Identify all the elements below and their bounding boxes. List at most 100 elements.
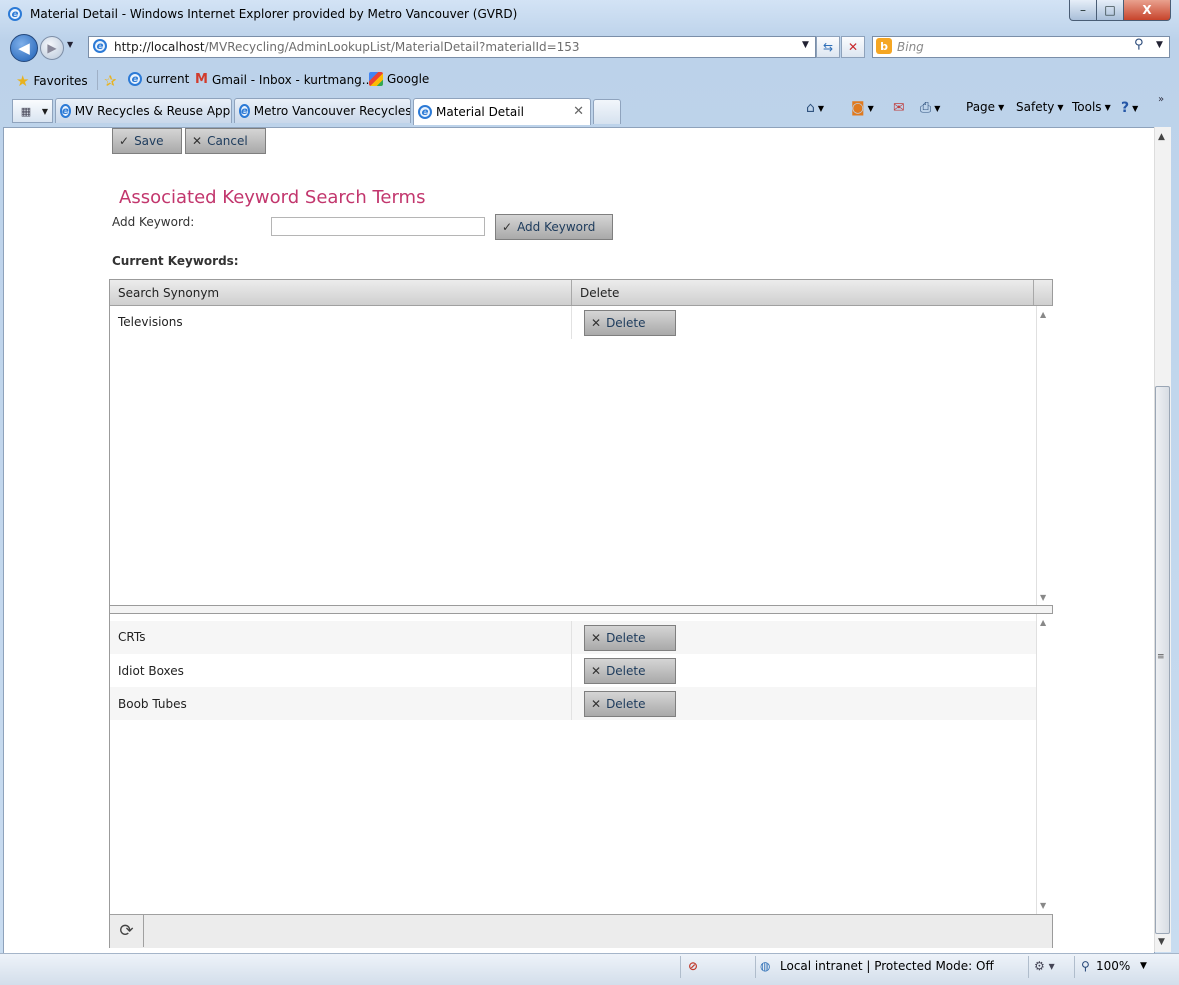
google-icon	[369, 72, 383, 86]
close-tab-icon[interactable]: ✕	[573, 104, 584, 119]
x-icon: ✕	[591, 697, 602, 711]
tab-label: Metro Vancouver Recycles...	[253, 104, 411, 118]
delete-button[interactable]: ✕ Delete	[584, 310, 676, 336]
star-icon: ★	[16, 72, 30, 90]
favorites-button[interactable]: ★ Favorites	[16, 72, 88, 90]
x-icon: ✕	[591, 316, 602, 330]
column-header-search-synonym[interactable]: Search Synonym	[110, 280, 572, 305]
cancel-label: Cancel	[207, 134, 248, 148]
column-header-delete[interactable]: Delete	[572, 280, 1034, 305]
pane-top-scrollbar[interactable]	[1036, 306, 1053, 605]
status-bar	[0, 953, 1179, 985]
favorite-google[interactable]: Google	[369, 72, 429, 86]
delete-label: Delete	[606, 697, 646, 711]
home-button[interactable]: ⌂ ▼	[806, 100, 824, 116]
zoom-level[interactable]: 100%	[1096, 959, 1130, 973]
stop-icon: ✕	[847, 40, 859, 54]
x-icon: ✕	[591, 664, 602, 678]
quick-tabs-icon: ▦	[20, 104, 32, 118]
add-favorite-button[interactable]: ✰	[104, 72, 117, 90]
grid-refresh-button[interactable]: ⟳	[110, 914, 144, 947]
scroll-down-icon[interactable]: ▼	[1040, 901, 1046, 910]
recent-pages-dropdown-icon[interactable]: ▼	[67, 40, 73, 49]
column-separator	[571, 621, 572, 654]
favorite-gmail[interactable]: M Gmail - Inbox - kurtmang...	[195, 72, 373, 87]
search-icon[interactable]: ⚲	[1134, 37, 1144, 52]
chevron-down-icon: ▼	[1132, 103, 1139, 113]
forward-button[interactable]: ▶	[40, 36, 64, 60]
scroll-up-icon[interactable]: ▲	[1040, 618, 1046, 627]
gmail-icon: M	[195, 72, 208, 87]
tools-menu[interactable]: Tools ▼	[1072, 100, 1111, 114]
scroll-down-icon[interactable]: ▼	[1040, 593, 1046, 602]
tab-list-dropdown-icon[interactable]: ▼	[38, 99, 53, 123]
bing-logo-icon: b	[876, 38, 892, 54]
printer-icon: ⎙	[920, 100, 932, 116]
delete-label: Delete	[606, 316, 646, 330]
page-icon: e	[128, 72, 142, 86]
pane-splitter[interactable]	[110, 606, 1052, 613]
table-row	[110, 621, 1036, 654]
refresh-button[interactable]: ⇆	[816, 36, 840, 58]
page-menu[interactable]: Page ▼	[966, 100, 1004, 114]
scroll-up-icon[interactable]: ▲	[1040, 310, 1046, 319]
column-separator	[571, 306, 572, 339]
cancel-button[interactable]: ✕ Cancel	[185, 128, 266, 154]
status-divider	[1028, 956, 1029, 978]
more-commands-icon[interactable]: »	[1158, 94, 1164, 105]
protected-mode-icon[interactable]: ⚙ ▾	[1034, 959, 1055, 973]
back-button[interactable]: ◀	[10, 34, 38, 62]
address-url[interactable]: http://localhost/MVRecycling/AdminLookup…	[114, 40, 580, 54]
scroll-up-icon[interactable]: ▲	[1158, 132, 1165, 142]
new-tab-button[interactable]	[593, 99, 621, 124]
delete-label: Delete	[606, 664, 646, 678]
scroll-down-icon[interactable]: ▼	[1158, 937, 1165, 947]
keyword-input[interactable]	[271, 217, 485, 236]
quick-tabs-button[interactable]: ▦	[12, 99, 40, 123]
add-keyword-button[interactable]: ✓ Add Keyword	[495, 214, 613, 240]
refresh-icon: ⇆	[822, 40, 834, 54]
tools-menu-label: Tools	[1072, 100, 1102, 114]
mail-icon: ✉	[893, 100, 905, 116]
chevron-down-icon: ▼	[817, 103, 825, 113]
intranet-zone-icon: ◍	[760, 959, 771, 973]
page-icon: e	[418, 105, 432, 119]
grid-pane-top	[110, 306, 1052, 605]
maximize-button[interactable]: □	[1096, 0, 1124, 21]
column-separator	[571, 687, 572, 720]
privacy-report-icon[interactable]: ⊘	[688, 959, 698, 973]
window-title: Material Detail - Windows Internet Explo…	[30, 7, 518, 21]
help-button[interactable]: ? ▼	[1121, 100, 1138, 116]
column-separator	[571, 654, 572, 687]
tab-metro-vancouver[interactable]: e Metro Vancouver Recycles...	[234, 98, 411, 123]
tab-material-detail[interactable]: e Material Detail ✕	[413, 98, 591, 125]
close-window-button[interactable]: X	[1123, 0, 1171, 21]
chevron-down-icon: ▼	[867, 103, 874, 113]
print-button[interactable]: ⎙ ▼	[920, 100, 940, 116]
minimize-button[interactable]: –	[1069, 0, 1097, 21]
delete-button[interactable]: ✕ Delete	[584, 625, 676, 651]
search-placeholder[interactable]: Bing	[897, 40, 924, 54]
zoom-dropdown-icon[interactable]: ▼	[1140, 961, 1147, 971]
security-zone-text[interactable]: Local intranet | Protected Mode: Off	[780, 959, 994, 973]
address-dropdown-icon[interactable]: ▼	[802, 40, 809, 50]
scroll-grip-icon: ≡	[1157, 652, 1165, 662]
delete-button[interactable]: ✕ Delete	[584, 658, 676, 684]
delete-button[interactable]: ✕ Delete	[584, 691, 676, 717]
save-button[interactable]: ✓ Save	[112, 128, 182, 154]
favorite-label: Google	[387, 72, 430, 86]
tab-mv-recycles[interactable]: e MV Recycles & Reuse Appl...	[55, 98, 232, 123]
tab-label: Material Detail	[436, 105, 524, 119]
search-dropdown-icon[interactable]: ▼	[1156, 40, 1163, 50]
home-icon: ⌂	[806, 100, 815, 116]
read-mail-button[interactable]: ✉	[893, 100, 905, 116]
pane-bottom-scrollbar[interactable]	[1036, 614, 1053, 914]
feeds-button[interactable]: ◙ ▼	[851, 100, 874, 116]
status-divider	[680, 956, 681, 978]
page-icon: e	[60, 104, 71, 118]
save-label: Save	[134, 134, 164, 148]
favorite-current[interactable]: e current	[128, 72, 189, 86]
chevron-down-icon: ▼	[1057, 102, 1064, 112]
safety-menu[interactable]: Safety ▼	[1016, 100, 1064, 114]
stop-button[interactable]: ✕	[841, 36, 865, 58]
